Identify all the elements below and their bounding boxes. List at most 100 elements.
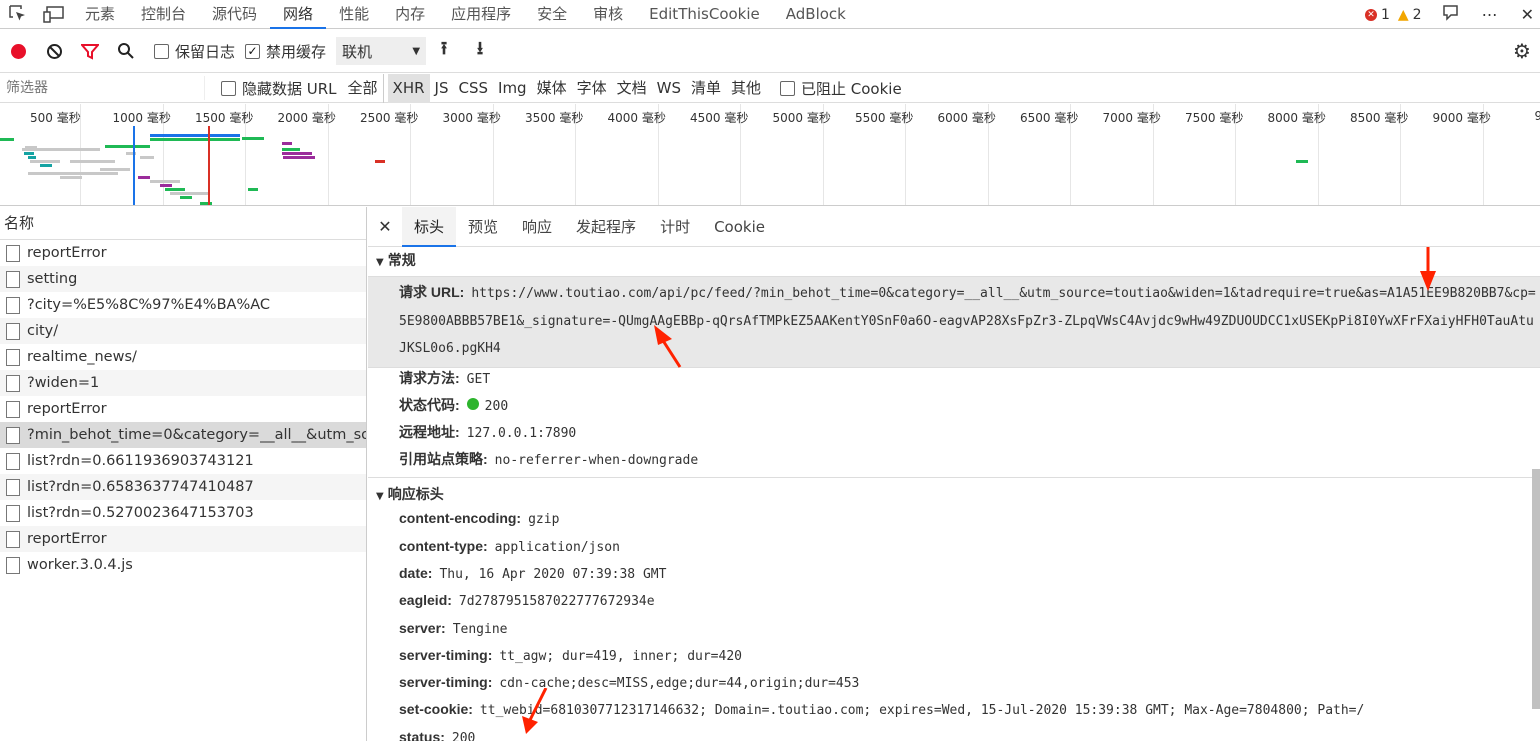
checkbox-box-checked[interactable]: ✓ [245, 43, 261, 59]
checkbox-box[interactable] [221, 80, 236, 96]
filter-toggle-button[interactable] [72, 30, 108, 73]
devtools-tab[interactable]: 安全 [524, 0, 580, 29]
filter-type-button[interactable]: 清单 [686, 74, 726, 103]
general-section-header[interactable]: ▼ 常规 [368, 247, 1540, 276]
filter-type-button[interactable]: XHR [387, 73, 430, 103]
devtools-tab[interactable]: 网络 [270, 0, 327, 29]
header-value: application/json [494, 539, 620, 555]
filter-type-button[interactable]: 文档 [612, 74, 652, 103]
search-button[interactable] [108, 30, 144, 73]
error-icon: ✕ [1364, 8, 1377, 21]
request-row[interactable]: ?city=%E5%8C%97%E4%BA%AC [0, 292, 366, 318]
details-tab[interactable]: 响应 [510, 207, 564, 247]
annotation-arrow-icon [654, 325, 682, 368]
request-row[interactable]: reportError [0, 396, 366, 422]
close-details-icon[interactable]: ✕ [368, 217, 402, 236]
timeline-bar [30, 160, 60, 163]
request-name: realtime_news/ [27, 349, 137, 365]
file-icon [6, 426, 20, 444]
timeline-tick-label: 9500 [1525, 109, 1540, 123]
collapse-triangle-icon: ▼ [376, 491, 384, 503]
response-headers-section-header[interactable]: ▼ 响应标头 [368, 481, 1540, 510]
request-row[interactable]: worker.3.0.4.js [0, 552, 366, 578]
throttling-select[interactable]: 联机 ▼ [336, 37, 427, 65]
filter-type-button[interactable]: 其他 [726, 74, 766, 103]
timeline-bar [248, 188, 258, 191]
devtools-tab[interactable]: 应用程序 [438, 0, 524, 29]
request-row[interactable]: reportError [0, 526, 366, 552]
blocked-cookies-checkbox[interactable]: 已阻止 Cookie [780, 78, 902, 99]
settings-button[interactable]: ⚙ [1504, 30, 1540, 73]
filter-input[interactable] [0, 76, 205, 100]
details-tab[interactable]: 发起程序 [564, 207, 648, 247]
preserve-log-checkbox[interactable]: 保留日志 [154, 41, 235, 62]
request-row[interactable]: ?widen=1 [0, 370, 366, 396]
feedback-icon[interactable] [1440, 3, 1460, 27]
devtools-tab[interactable]: 控制台 [128, 0, 199, 29]
issue-counters[interactable]: ✕ 1 ▲ 2 ⋯ ✕ [1364, 0, 1540, 29]
import-har-button[interactable]: ⭱ [426, 30, 462, 73]
filter-type-button[interactable]: 全部 [343, 73, 384, 103]
timeline-tick-label: 3000 毫秒 [442, 111, 501, 125]
header-key: content-encoding: [399, 510, 522, 527]
filter-type-button[interactable]: JS [430, 74, 454, 103]
close-devtools-icon[interactable]: ✕ [1521, 5, 1534, 24]
devtools-tab[interactable]: 元素 [72, 0, 128, 29]
timeline-bar [282, 142, 292, 145]
details-tab[interactable]: 计时 [648, 207, 702, 247]
request-url-row: 请求 URL: https://www.toutiao.com/api/pc/fe… [368, 276, 1540, 368]
filter-type-button[interactable]: Img [493, 74, 532, 103]
clear-button[interactable] [36, 30, 72, 73]
details-scrollbar[interactable] [1532, 469, 1540, 709]
timeline-tick-label: 6500 毫秒 [1020, 111, 1079, 125]
timeline-bar [1296, 160, 1308, 163]
request-row[interactable]: setting [0, 266, 366, 292]
request-row[interactable]: list?rdn=0.6611936903743121 [0, 448, 366, 474]
devtools-tab[interactable]: 源代码 [199, 0, 270, 29]
file-icon [6, 504, 20, 522]
request-row[interactable]: list?rdn=0.6583637747410487 [0, 474, 366, 500]
file-icon [6, 530, 20, 548]
checkbox-box[interactable] [154, 43, 169, 59]
hide-data-url-checkbox[interactable]: 隐藏数据 URL [221, 78, 337, 99]
devtools-tab[interactable]: 内存 [382, 0, 438, 29]
request-name: list?rdn=0.5270023647153703 [27, 505, 254, 521]
network-overview-timeline[interactable]: 500 毫秒 1000 毫秒 1500 毫秒 2000 毫秒 2500 毫秒 3000 毫… [0, 104, 1540, 206]
request-row[interactable]: realtime_news/ [0, 344, 366, 370]
filter-type-button[interactable]: 媒体 [532, 74, 572, 103]
timeline-tick-label: 7500 毫秒 [1185, 111, 1244, 125]
devtools-tab[interactable]: AdBlock [773, 0, 859, 29]
devtools-tab[interactable]: EditThisCookie [636, 0, 773, 29]
request-name: ?min_behot_time=0&category=__all__&utm_s… [27, 427, 366, 443]
disable-cache-checkbox[interactable]: ✓ 禁用缓存 [245, 41, 326, 62]
request-name: worker.3.0.4.js [27, 557, 133, 573]
devtools-tab[interactable]: 审核 [580, 0, 636, 29]
export-har-button[interactable]: ⭳ [462, 30, 498, 73]
device-toggle-icon[interactable] [36, 0, 72, 29]
request-row[interactable]: reportError [0, 240, 366, 266]
request-row[interactable]: list?rdn=0.5270023647153703 [0, 500, 366, 526]
timeline-bar [60, 148, 100, 151]
filter-type-button[interactable]: CSS [453, 74, 493, 103]
header-key: server-timing: [399, 674, 493, 691]
details-tab[interactable]: 标头 [402, 207, 457, 247]
details-tab[interactable]: Cookie [702, 207, 777, 247]
record-button[interactable] [0, 30, 36, 73]
details-tab[interactable]: 预览 [456, 207, 510, 247]
more-options-icon[interactable]: ⋯ [1482, 5, 1499, 24]
filter-type-button[interactable]: 字体 [572, 74, 612, 103]
annotation-arrow-icon [1420, 247, 1436, 291]
name-column-header[interactable]: 名称 [0, 207, 366, 240]
request-row[interactable]: ?min_behot_time=0&category=__all__&utm_s… [0, 422, 366, 448]
devtools-tab[interactable]: 性能 [326, 0, 382, 29]
timeline-bar [100, 168, 130, 171]
timeline-tick-label: 1500 毫秒 [195, 111, 254, 125]
checkbox-box[interactable] [780, 80, 796, 96]
filter-type-button[interactable]: WS [652, 74, 686, 103]
inspect-icon[interactable] [0, 0, 36, 29]
response-header-row: eagleid: 7d27879515870227776​72934e [368, 592, 1540, 619]
gear-icon: ⚙ [1513, 39, 1531, 63]
request-row[interactable]: city/ [0, 318, 366, 344]
timeline-bar [140, 156, 154, 159]
timeline-tick-label: 8000 毫秒 [1267, 111, 1326, 125]
